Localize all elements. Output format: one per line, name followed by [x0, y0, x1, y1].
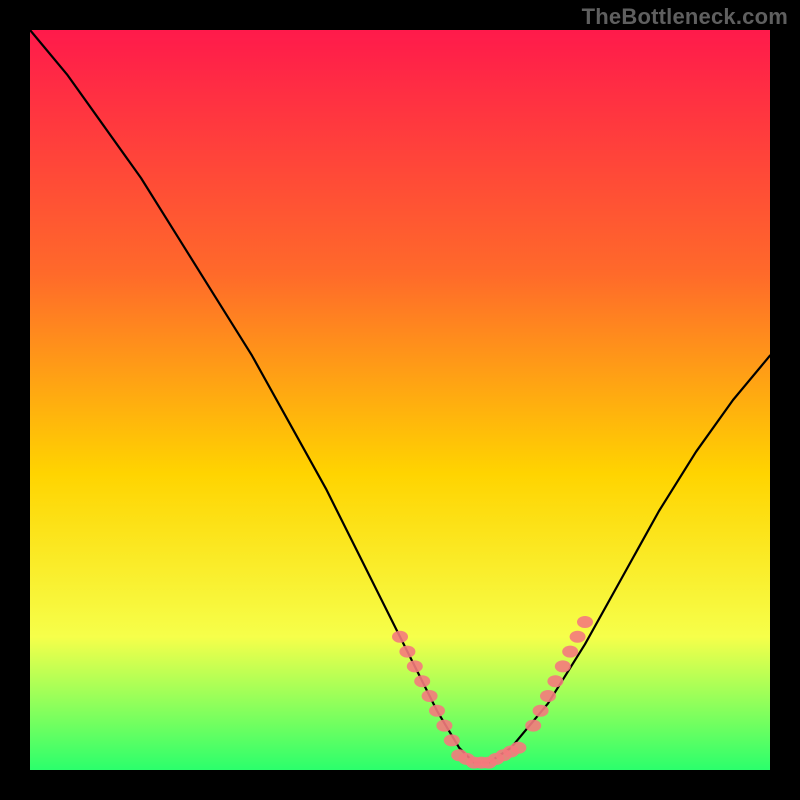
right-limb-dots-dot — [562, 646, 578, 658]
left-limb-dots-dot — [399, 646, 415, 658]
right-limb-dots-dot — [570, 631, 586, 643]
right-limb-dots-dot — [525, 720, 541, 732]
chart-svg — [0, 0, 800, 800]
right-limb-dots-dot — [533, 705, 549, 717]
left-limb-dots-dot — [444, 734, 460, 746]
valley-dots-dot — [510, 742, 526, 754]
left-limb-dots-dot — [407, 660, 423, 672]
left-limb-dots-dot — [414, 675, 430, 687]
left-limb-dots-dot — [436, 720, 452, 732]
left-limb-dots-dot — [422, 690, 438, 702]
right-limb-dots-dot — [577, 616, 593, 628]
left-limb-dots-dot — [392, 631, 408, 643]
chart-root: TheBottleneck.com — [0, 0, 800, 800]
right-limb-dots-dot — [555, 660, 571, 672]
watermark-text: TheBottleneck.com — [582, 4, 788, 30]
plot-background — [30, 30, 770, 770]
right-limb-dots-dot — [547, 675, 563, 687]
left-limb-dots-dot — [429, 705, 445, 717]
right-limb-dots-dot — [540, 690, 556, 702]
